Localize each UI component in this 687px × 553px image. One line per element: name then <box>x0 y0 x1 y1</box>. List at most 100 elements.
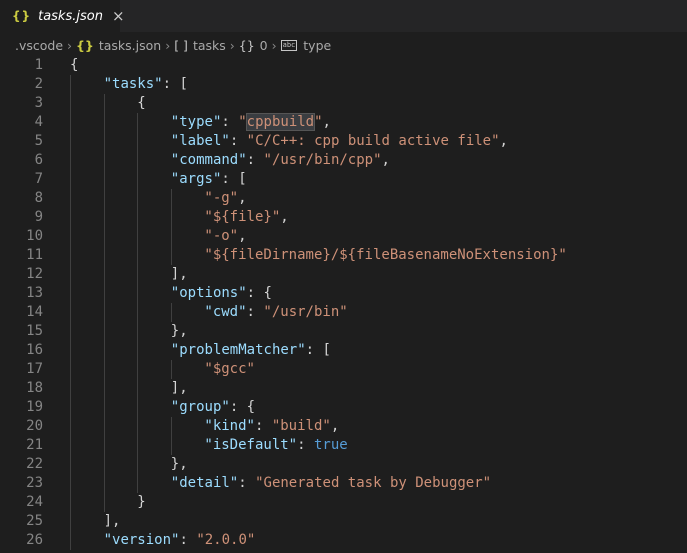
code-token: "isDefault" <box>204 437 298 453</box>
code-token: : [ <box>162 76 188 92</box>
line-number: 17 <box>26 361 43 377</box>
close-icon[interactable]: × <box>112 7 125 25</box>
line-number: 6 <box>34 152 43 168</box>
json-file-icon: {} <box>12 9 32 23</box>
code-text: } <box>137 493 145 512</box>
line-number: 13 <box>26 285 43 301</box>
line-number: 10 <box>26 228 43 244</box>
code-token: , <box>238 190 247 206</box>
code-token: true <box>313 437 348 453</box>
code-token: : <box>229 133 247 149</box>
line-number: 22 <box>26 456 43 472</box>
chevron-right-icon: › <box>229 37 235 53</box>
line-number: 18 <box>26 380 43 396</box>
code-token: "$gcc" <box>204 361 255 377</box>
code-text: "tasks": [ <box>104 75 188 94</box>
code-token: " <box>238 114 247 130</box>
code-text: }, <box>171 322 188 341</box>
chevron-right-icon: › <box>271 37 277 53</box>
code-text: ], <box>171 379 188 398</box>
line-number: 26 <box>26 532 43 548</box>
code-text: "-o", <box>204 227 246 246</box>
line-number: 7 <box>34 171 43 187</box>
code-token: : <box>221 114 239 130</box>
string-icon: abc <box>280 39 298 51</box>
code-token: { <box>137 95 146 111</box>
code-text: "kind": "build", <box>204 417 339 436</box>
code-token: : <box>179 532 197 548</box>
code-token: "type" <box>170 114 222 130</box>
breadcrumb-array[interactable]: tasks <box>193 38 226 53</box>
code-token: "detail" <box>170 475 239 491</box>
line-number: 14 <box>26 304 43 320</box>
code-token: : <box>238 475 256 491</box>
line-number: 24 <box>26 494 43 510</box>
code-token: "args" <box>170 171 222 187</box>
code-token: : <box>246 152 264 168</box>
code-token: , <box>381 152 390 168</box>
line-number: 23 <box>26 475 43 491</box>
code-text: "args": [ <box>171 170 247 189</box>
code-token: : [ <box>221 171 247 187</box>
code-text: "group": { <box>171 398 255 417</box>
line-number: 9 <box>34 209 43 225</box>
line-number: 20 <box>26 418 43 434</box>
code-token: "command" <box>170 152 247 168</box>
code-token: "/usr/bin/cpp" <box>263 152 382 168</box>
json-file-icon: {} <box>76 37 94 53</box>
indent-guide <box>171 189 172 265</box>
array-icon: [ ] <box>174 37 188 53</box>
code-token: : [ <box>305 342 331 358</box>
line-number: 25 <box>26 513 43 529</box>
chevron-right-icon: › <box>67 37 73 53</box>
selection-highlight: cppbuild <box>245 113 316 131</box>
line-number: 2 <box>34 76 43 92</box>
code-token: "label" <box>170 133 230 149</box>
code-line: 25], <box>0 512 687 531</box>
code-text: "${file}", <box>204 208 288 227</box>
code-token: "cwd" <box>204 304 247 320</box>
breadcrumb-object[interactable]: 0 <box>260 38 268 53</box>
code-token: "-g" <box>204 190 239 206</box>
code-token: : <box>297 437 314 453</box>
code-text: { <box>70 56 78 75</box>
breadcrumb-property[interactable]: type <box>303 38 331 53</box>
code-text: ], <box>171 265 188 284</box>
breadcrumb-folder[interactable]: .vscode <box>15 38 63 53</box>
code-token: " <box>314 114 323 130</box>
code-token: , <box>238 228 247 244</box>
code-token: , <box>322 114 331 130</box>
tab-label: tasks.json <box>38 8 103 24</box>
tab-tasks-json[interactable]: {} tasks.json × <box>0 0 125 32</box>
code-token: , <box>499 133 508 149</box>
code-editor[interactable]: 1{2 "tasks": [3{4 "type": "cppbuild", 5 "lab… <box>0 55 687 553</box>
code-line: 26 "version": "2.0.0" <box>0 531 687 550</box>
indent-guide <box>171 417 172 455</box>
code-token: , <box>280 209 289 225</box>
line-number: 1 <box>34 57 43 73</box>
code-token: { <box>70 57 79 73</box>
code-token: "Generated task by Debugger" <box>255 475 492 491</box>
code-token: "/usr/bin" <box>263 304 348 320</box>
code-token: "${file}" <box>204 209 281 225</box>
code-token: ], <box>170 380 188 396</box>
code-token: : <box>246 304 264 320</box>
indent-guide <box>137 113 138 493</box>
code-text: }, <box>171 455 188 474</box>
code-line: 1{ <box>0 56 687 75</box>
code-line: 2 "tasks": [ <box>0 75 687 94</box>
code-token: }, <box>170 456 188 472</box>
code-token: }, <box>170 323 188 339</box>
code-text: "${fileDirname}/${fileBasenameNoExtensio… <box>204 246 566 265</box>
code-token: "${fileDirname}/${fileBasenameNoExtensio… <box>204 247 567 263</box>
code-text: "-g", <box>204 189 246 208</box>
indent-guide <box>70 75 71 550</box>
code-text: { <box>137 94 145 113</box>
code-text: "options": { <box>171 284 272 303</box>
code-token: ], <box>103 513 121 529</box>
code-token: "build" <box>271 418 331 434</box>
code-token: , <box>330 418 340 434</box>
line-number: 5 <box>34 133 43 149</box>
breadcrumb-file[interactable]: tasks.json <box>99 38 161 53</box>
line-number: 11 <box>26 247 43 263</box>
